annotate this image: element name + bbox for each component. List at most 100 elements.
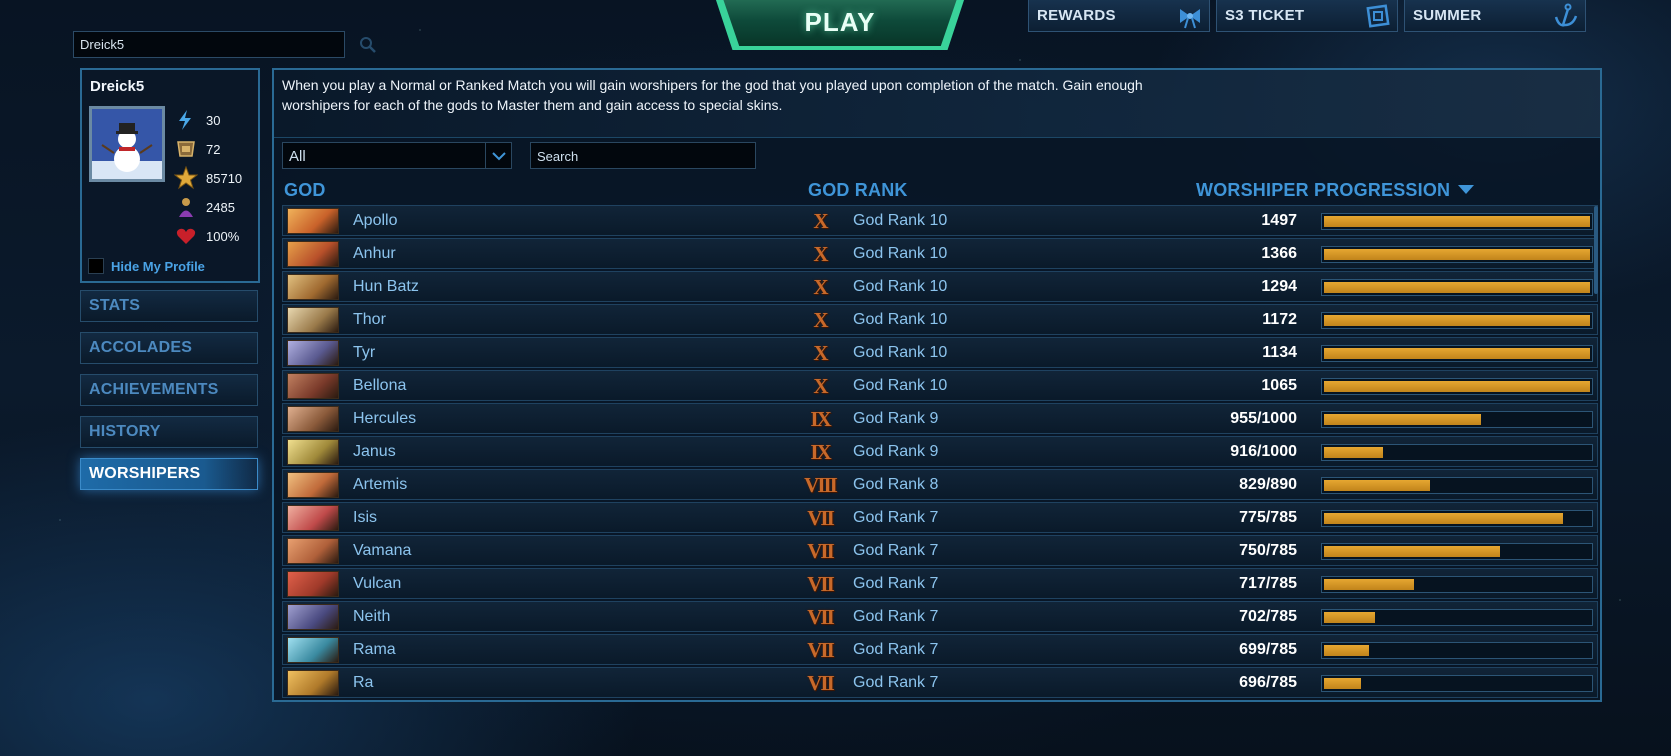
god-rank-label: God Rank 7 <box>853 509 939 526</box>
stat-mastery: 72 <box>174 137 220 161</box>
progress-fill <box>1324 678 1362 689</box>
worshiper-count: 1366 <box>1261 245 1297 262</box>
stat-value: 100% <box>206 228 240 244</box>
table-row[interactable]: Hun Batz X God Rank 10 1294 <box>282 271 1598 302</box>
progress-bar <box>1321 411 1593 428</box>
god-portrait <box>287 439 339 465</box>
stat-value: 30 <box>206 112 221 128</box>
rank-numeral-icon: VII <box>807 572 835 596</box>
god-name[interactable]: Anhur <box>353 245 396 263</box>
god-name[interactable]: Hercules <box>353 410 416 428</box>
tab-label: REWARDS <box>1037 7 1116 24</box>
table-row[interactable]: Vulcan VII God Rank 7 717/785 <box>282 568 1598 599</box>
god-portrait <box>287 406 339 432</box>
god-name[interactable]: Isis <box>353 509 377 527</box>
progress-fill <box>1324 216 1590 227</box>
chevron-down-icon[interactable] <box>485 143 511 168</box>
info-banner: When you play a Normal or Ranked Match y… <box>274 70 1600 138</box>
god-name[interactable]: Tyr <box>353 344 375 362</box>
table-row[interactable]: Ra VII God Rank 7 696/785 <box>282 667 1598 698</box>
tab-rewards[interactable]: REWARDS <box>1028 0 1210 32</box>
progress-fill <box>1324 414 1481 425</box>
column-header-god[interactable]: GOD <box>284 180 326 201</box>
progress-bar <box>1321 378 1593 395</box>
table-row[interactable]: Neith VII God Rank 7 702/785 <box>282 601 1598 632</box>
god-rank-label: God Rank 9 <box>853 443 939 460</box>
tab-summer[interactable]: SUMMER <box>1404 0 1586 32</box>
column-header-god-rank[interactable]: GOD RANK <box>808 180 908 201</box>
scrollbar[interactable] <box>1594 206 1598 294</box>
table-row[interactable]: Bellona X God Rank 10 1065 <box>282 370 1598 401</box>
top-tabs: REWARDS S3 TICKET SUMMER <box>1028 0 1586 32</box>
progress-fill <box>1324 579 1415 590</box>
god-rank-label: God Rank 8 <box>853 476 939 493</box>
table-row[interactable]: Janus IX God Rank 9 916/1000 <box>282 436 1598 467</box>
god-name[interactable]: Neith <box>353 608 390 626</box>
table-row[interactable]: Vamana VII God Rank 7 750/785 <box>282 535 1598 566</box>
worshiper-count: 1294 <box>1261 278 1297 295</box>
god-rank-label: God Rank 9 <box>853 410 939 427</box>
progress-bar <box>1321 213 1593 230</box>
progress-fill <box>1324 612 1375 623</box>
tab-label: SUMMER <box>1413 7 1482 24</box>
god-rank-label: God Rank 7 <box>853 674 939 691</box>
god-name[interactable]: Bellona <box>353 377 406 395</box>
level-icon <box>174 108 198 132</box>
table-row[interactable]: Hercules IX God Rank 9 955/1000 <box>282 403 1598 434</box>
table-row[interactable]: Isis VII God Rank 7 775/785 <box>282 502 1598 533</box>
progress-bar <box>1321 246 1593 263</box>
god-rank-label: God Rank 10 <box>853 245 948 262</box>
filter-dropdown[interactable]: All <box>282 142 512 169</box>
column-header-progression[interactable]: WORSHIPER PROGRESSION <box>1196 180 1475 201</box>
table-row[interactable]: Apollo X God Rank 10 1497 <box>282 205 1598 236</box>
god-name[interactable]: Artemis <box>353 476 407 494</box>
column-header-label: WORSHIPER PROGRESSION <box>1196 180 1451 200</box>
sidebar-item-achievements[interactable]: ACHIEVEMENTS <box>80 374 258 406</box>
play-button[interactable]: PLAY <box>720 0 960 46</box>
rank-numeral-icon: VII <box>807 539 835 563</box>
progress-bar <box>1321 576 1593 593</box>
progress-bar <box>1321 312 1593 329</box>
god-name[interactable]: Rama <box>353 641 396 659</box>
tab-s3-ticket[interactable]: S3 TICKET <box>1216 0 1398 32</box>
god-name[interactable]: Hun Batz <box>353 278 419 296</box>
sidebar-item-stats[interactable]: STATS <box>80 290 258 322</box>
hide-profile-checkbox[interactable] <box>88 258 104 274</box>
sidebar-item-worshipers[interactable]: WORSHIPERS <box>80 458 258 490</box>
god-search-input[interactable]: Search <box>530 142 756 169</box>
god-name[interactable]: Vamana <box>353 542 411 560</box>
god-name[interactable]: Apollo <box>353 212 397 230</box>
worshiper-count: 750/785 <box>1239 542 1297 559</box>
god-portrait <box>287 241 339 267</box>
hide-profile-toggle[interactable]: Hide My Profile <box>88 258 205 274</box>
worshiper-count: 702/785 <box>1239 608 1297 625</box>
progress-bar <box>1321 510 1593 527</box>
progress-fill <box>1324 249 1590 260</box>
god-name[interactable]: Janus <box>353 443 396 461</box>
god-name[interactable]: Vulcan <box>353 575 401 593</box>
rank-numeral-icon: X <box>813 242 828 266</box>
sidebar-item-history[interactable]: HISTORY <box>80 416 258 448</box>
worshiper-count: 775/785 <box>1239 509 1297 526</box>
worshipers-panel: When you play a Normal or Ranked Match y… <box>272 68 1602 702</box>
table-row[interactable]: Anhur X God Rank 10 1366 <box>282 238 1598 269</box>
worshiper-count: 1065 <box>1261 377 1297 394</box>
god-portrait <box>287 274 339 300</box>
god-name[interactable]: Ra <box>353 674 373 692</box>
table-row[interactable]: Thor X God Rank 10 1172 <box>282 304 1598 335</box>
god-portrait <box>287 505 339 531</box>
star-icon <box>174 166 198 190</box>
progress-fill <box>1324 282 1590 293</box>
avatar[interactable] <box>89 106 165 182</box>
table-row[interactable]: Artemis VIII God Rank 8 829/890 <box>282 469 1598 500</box>
sidebar-item-accolades[interactable]: ACCOLADES <box>80 332 258 364</box>
table-row[interactable]: Rama VII God Rank 7 699/785 <box>282 634 1598 665</box>
rank-numeral-icon: X <box>813 341 828 365</box>
sort-desc-icon[interactable] <box>1458 185 1475 194</box>
play-button-frame: PLAY <box>690 0 990 50</box>
table-row[interactable]: Tyr X God Rank 10 1134 <box>282 337 1598 368</box>
search-icon[interactable] <box>354 31 381 58</box>
player-search-input[interactable]: Dreick5 <box>73 31 345 58</box>
god-name[interactable]: Thor <box>353 311 386 329</box>
progress-bar <box>1321 609 1593 626</box>
